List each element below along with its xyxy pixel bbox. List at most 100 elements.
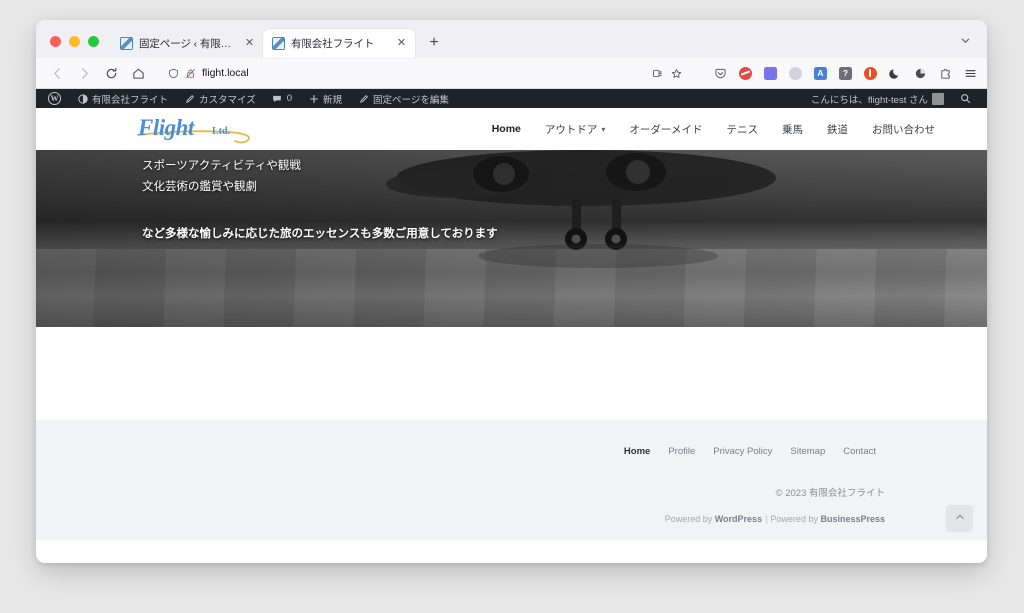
close-icon[interactable]: ✕: [242, 36, 257, 51]
wordpress-admin-bar: W 有限会社フライト カスタマイズ 0 新規 固定ページを編集 こんにちは、fl…: [36, 89, 987, 108]
comment-icon: [272, 93, 283, 104]
site-logo-link[interactable]: Flight Ltd.: [36, 113, 366, 145]
nav-item-contact-label: お問い合わせ: [872, 123, 935, 136]
nav-item-railway[interactable]: 鉄道: [815, 122, 860, 137]
plus-icon: [308, 93, 319, 104]
extension-toolbar: A ?: [699, 66, 978, 81]
admin-bar-edit-page-label: 固定ページを編集: [373, 94, 449, 106]
admin-bar-customize[interactable]: カスタマイズ: [176, 89, 264, 108]
admin-bar-comments-count: 0: [286, 93, 293, 104]
wordpress-favicon: [272, 37, 285, 50]
search-icon: [960, 93, 971, 104]
footer-nav-contact[interactable]: Contact: [834, 446, 885, 457]
edit-icon: [358, 93, 369, 104]
admin-bar-wp-logo[interactable]: W: [40, 89, 69, 108]
nav-item-ordermade-label: オーダーメイド: [629, 123, 703, 136]
avatar: [932, 92, 944, 105]
admin-bar-new-label: 新規: [323, 94, 343, 106]
hero-text-block: スポーツアクティビティや観戦 文化芸術の鑑賞や観劇 など多様な愉しみに応じた旅の…: [142, 156, 498, 245]
admin-bar-search[interactable]: [952, 89, 979, 108]
browser-tab-2-title: 有限会社フライト: [291, 38, 375, 50]
document-icon[interactable]: [763, 66, 778, 81]
url-text: flight.local: [202, 67, 249, 79]
credit-prefix-wordpress: Powered by: [664, 514, 715, 524]
footer-nav-profile[interactable]: Profile: [659, 446, 704, 457]
close-icon[interactable]: ✕: [394, 36, 409, 51]
chevron-down-icon: ▾: [601, 124, 606, 134]
footer-nav-sitemap[interactable]: Sitemap: [781, 446, 834, 457]
puzzle-icon[interactable]: [938, 66, 953, 81]
admin-bar-customize-label: カスタマイズ: [199, 94, 256, 106]
browser-tab-strip: 固定ページ ‹ 有限会社フライト — ✕ 有限会社フライト ✕ +: [36, 20, 987, 58]
browser-tab-2[interactable]: 有限会社フライト ✕: [263, 29, 415, 58]
nav-item-outdoor[interactable]: アウトドア ▾: [533, 122, 618, 137]
businesspress-link[interactable]: BusinessPress: [820, 514, 885, 524]
back-button[interactable]: [45, 62, 70, 85]
dark-reader-icon[interactable]: [888, 66, 903, 81]
forward-button[interactable]: [72, 62, 97, 85]
nav-item-tennis[interactable]: テニス: [715, 122, 771, 137]
browser-tab-1[interactable]: 固定ページ ‹ 有限会社フライト — ✕: [111, 29, 263, 58]
nav-item-ordermade[interactable]: オーダーメイド: [617, 122, 714, 137]
translate-icon[interactable]: A: [813, 66, 828, 81]
window-close-button[interactable]: [50, 36, 61, 47]
window-minimize-button[interactable]: [69, 36, 80, 47]
browser-window: 固定ページ ‹ 有限会社フライト — ✕ 有限会社フライト ✕ +: [36, 20, 987, 563]
reader-view-icon[interactable]: [652, 68, 663, 79]
footer-nav-sitemap-label: Sitemap: [790, 446, 826, 457]
footer-nav-privacy-policy[interactable]: Privacy Policy: [704, 446, 781, 457]
admin-bar-new[interactable]: 新規: [300, 89, 350, 108]
privacy-badger-icon[interactable]: [863, 66, 878, 81]
wordpress-logo: W: [48, 92, 61, 105]
nav-item-horseriding-label: 乗馬: [782, 123, 803, 136]
site-footer: Home Profile Privacy Policy Sitemap Cont…: [36, 420, 987, 540]
nav-item-contact[interactable]: お問い合わせ: [860, 122, 947, 137]
nav-item-horseriding[interactable]: 乗馬: [770, 122, 815, 137]
admin-bar-edit-page[interactable]: 固定ページを編集: [350, 89, 457, 108]
url-bar[interactable]: flight.local: [161, 62, 693, 85]
admin-bar-site-name[interactable]: 有限会社フライト: [69, 89, 176, 108]
hero-line-3: など多様な愉しみに応じた旅のエッセンスも多数ご用意しております: [142, 228, 498, 240]
adblock-icon[interactable]: [738, 66, 753, 81]
hero-section: スポーツアクティビティや観戦 文化芸術の鑑賞や観劇 など多様な愉しみに応じた旅の…: [36, 150, 987, 327]
hero-line-1: スポーツアクティビティや観戦: [142, 160, 301, 172]
window-maximize-button[interactable]: [88, 36, 99, 47]
shield-icon[interactable]: [168, 68, 179, 79]
copyright-text: © 2023 有限会社フライト: [775, 488, 885, 499]
browser-tab-1-title: 固定ページ ‹ 有限会社フライト —: [139, 38, 236, 50]
pencil-icon: [184, 93, 195, 104]
footer-nav-privacy-policy-label: Privacy Policy: [713, 446, 773, 457]
new-tab-button[interactable]: +: [421, 30, 447, 56]
nav-item-home[interactable]: Home: [480, 123, 533, 135]
site-logo: Flight Ltd.: [136, 113, 260, 145]
help-icon[interactable]: ?: [838, 66, 853, 81]
hamburger-menu-icon[interactable]: [963, 66, 978, 81]
scroll-to-top-button[interactable]: [946, 505, 973, 532]
footer-nav-home[interactable]: Home: [615, 446, 659, 457]
footer-nav-home-label: Home: [623, 446, 651, 457]
primary-navigation: Home アウトドア ▾ オーダーメイド テニス 乗馬 鉄道 お問い合わせ: [366, 122, 947, 137]
main-content-area: [36, 327, 987, 420]
chevron-down-icon[interactable]: [953, 29, 977, 51]
footer-navigation: Home Profile Privacy Policy Sitemap Cont…: [76, 446, 947, 457]
star-icon[interactable]: [671, 68, 682, 79]
lock-crossed-icon[interactable]: [185, 68, 196, 79]
wordpress-link[interactable]: WordPress: [715, 514, 762, 524]
page-viewport: W 有限会社フライト カスタマイズ 0 新規 固定ページを編集 こんにちは、fl…: [36, 89, 987, 563]
admin-bar-comments[interactable]: 0: [264, 89, 300, 108]
pocket-icon[interactable]: [713, 66, 728, 81]
nav-item-home-label: Home: [491, 123, 521, 135]
footer-credits: Powered by WordPress | Powered by Business…: [76, 514, 947, 524]
browser-nav-bar: flight.local A ?: [36, 58, 987, 89]
history-pie-icon[interactable]: [913, 66, 928, 81]
footer-nav-contact-label: Contact: [843, 446, 876, 457]
dashboard-icon: [77, 93, 88, 104]
chevron-up-icon: [954, 510, 966, 528]
admin-bar-greeting: こんにちは、flight-test さん: [810, 94, 928, 106]
credit-prefix-theme: Powered by: [770, 514, 821, 524]
github-icon[interactable]: [788, 66, 803, 81]
admin-bar-site-name-label: 有限会社フライト: [92, 94, 169, 106]
reload-button[interactable]: [99, 62, 124, 85]
home-button[interactable]: [126, 62, 151, 85]
admin-bar-my-account[interactable]: こんにちは、flight-test さん: [803, 89, 952, 108]
